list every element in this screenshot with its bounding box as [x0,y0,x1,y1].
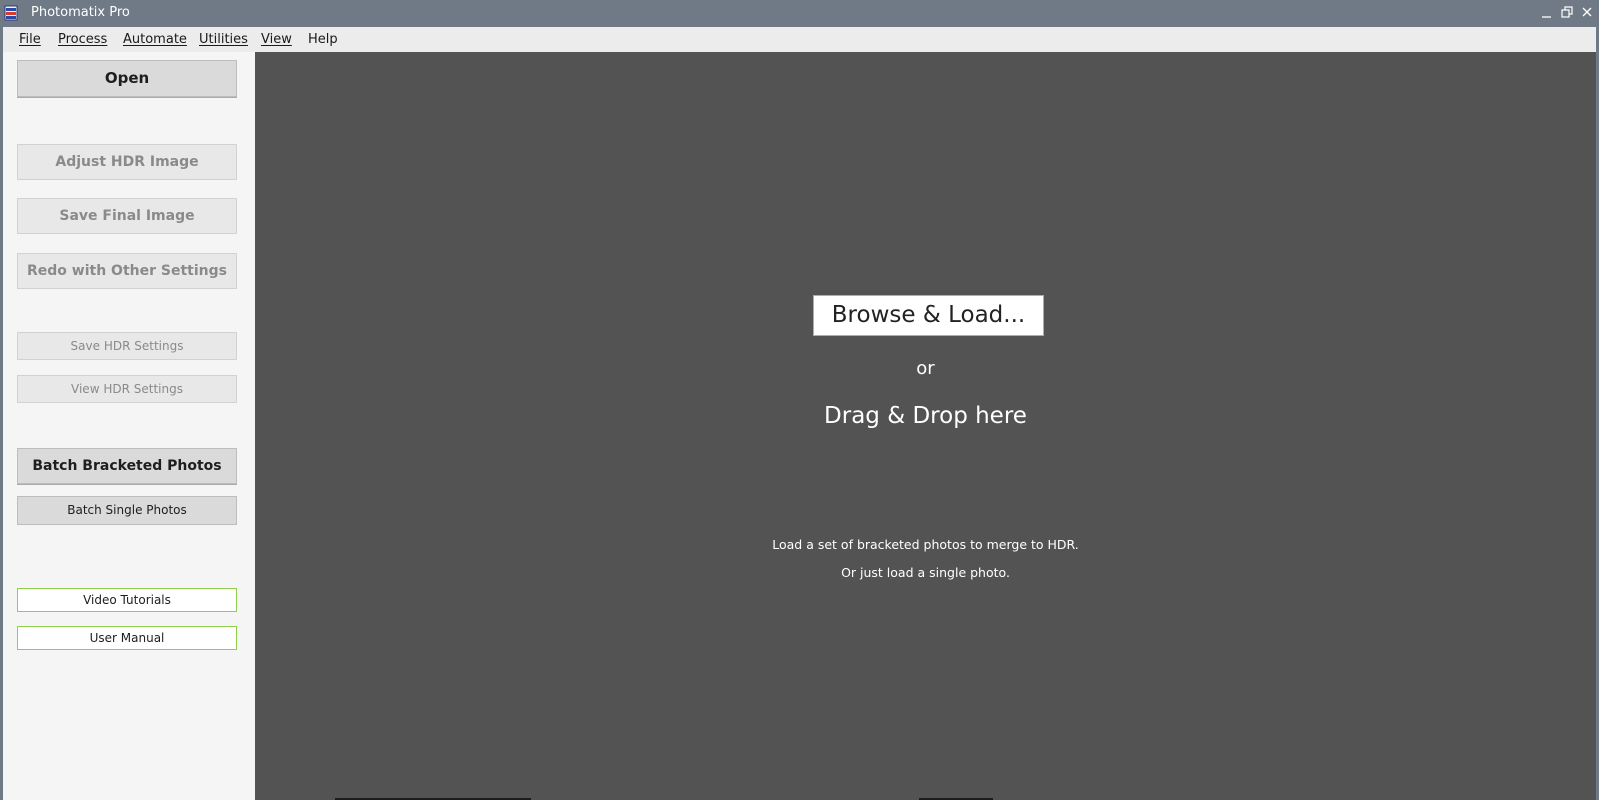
adjust-hdr-image-button[interactable]: Adjust HDR Image [17,144,237,180]
app-icon [4,5,18,21]
video-tutorials-button[interactable]: Video Tutorials [17,588,237,612]
title-bar: Photomatix Pro [0,0,1599,27]
drag-drop-label: Drag & Drop here [824,403,1027,429]
drop-area[interactable]: Browse & Load... or Drag & Drop here Loa… [255,52,1596,800]
menu-help[interactable]: Help [308,32,338,47]
restore-icon[interactable] [1560,4,1574,20]
or-label: or [916,358,935,379]
menu-automate[interactable]: Automate [123,32,187,47]
minimize-icon[interactable] [1540,4,1554,20]
view-hdr-settings-button[interactable]: View HDR Settings [17,375,237,403]
save-final-image-button[interactable]: Save Final Image [17,198,237,234]
user-manual-button[interactable]: User Manual [17,626,237,650]
open-button[interactable]: Open [17,60,237,97]
batch-single-photos-button[interactable]: Batch Single Photos [17,496,237,525]
menu-view[interactable]: View [261,32,292,47]
menu-process[interactable]: Process [58,32,107,47]
hint-bracketed-text: Load a set of bracketed photos to merge … [772,537,1079,552]
sidebar: Open Adjust HDR Image Save Final Image R… [3,52,255,800]
menu-utilities[interactable]: Utilities [199,32,248,47]
window-title: Photomatix Pro [31,5,130,20]
save-hdr-settings-button[interactable]: Save HDR Settings [17,332,237,360]
browse-load-button[interactable]: Browse & Load... [813,295,1044,336]
menu-bar: File Process Automate Utilities View Hel… [3,27,1599,52]
close-icon[interactable] [1580,4,1594,20]
redo-with-other-settings-button[interactable]: Redo with Other Settings [17,253,237,289]
hint-single-text: Or just load a single photo. [841,565,1010,580]
menu-file[interactable]: File [19,32,41,47]
batch-bracketed-photos-button[interactable]: Batch Bracketed Photos [17,448,237,484]
